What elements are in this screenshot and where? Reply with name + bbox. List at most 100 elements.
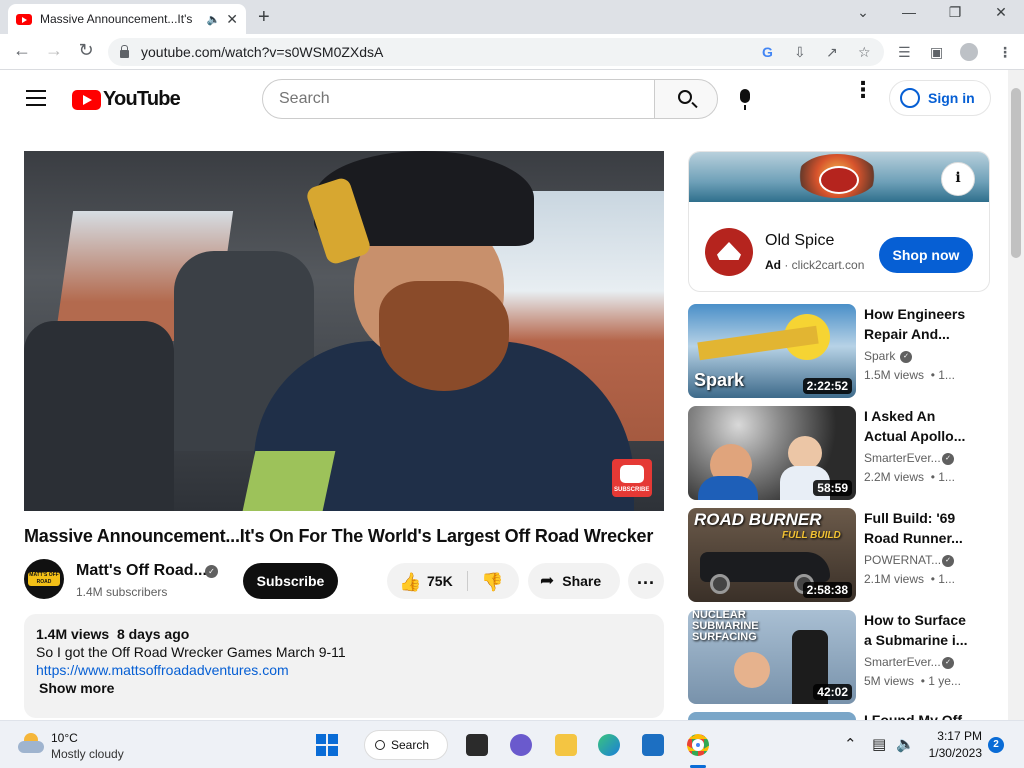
recommendation-item[interactable]: Spark 2:22:52 How Engineers Repair And..…	[688, 304, 1008, 398]
clock-time[interactable]: 3:17 PM	[924, 729, 982, 743]
verified-check-icon: ✓	[900, 351, 912, 363]
recommendation-channel[interactable]: SmarterEver...	[864, 655, 941, 669]
install-icon[interactable]: ⇩	[794, 44, 806, 61]
video-thumbnail[interactable]: ROAD BURNER FULL BUILD 2:58:38	[688, 508, 856, 602]
microphone-icon[interactable]	[740, 89, 750, 110]
recommendation-title[interactable]: I Asked An Actual Apollo...	[864, 406, 974, 446]
back-icon[interactable]: ←	[10, 40, 34, 61]
notification-badge[interactable]: 2	[988, 737, 1004, 753]
bookmark-star-icon[interactable]: ☆	[858, 44, 871, 61]
video-thumbnail[interactable]	[688, 712, 856, 720]
settings-kebab-icon[interactable]: ⋮	[852, 79, 874, 101]
video-thumbnail[interactable]: Spark 2:22:52	[688, 304, 856, 398]
chrome-taskbar-icon[interactable]	[687, 734, 709, 756]
thumbs-up-icon[interactable]: 👍	[399, 572, 421, 593]
google-translate-icon[interactable]: G	[762, 44, 773, 60]
search-button[interactable]	[654, 79, 718, 119]
forward-icon[interactable]: →	[42, 40, 66, 61]
windows-start-icon[interactable]	[316, 734, 338, 756]
old-spice-logo-icon[interactable]	[705, 228, 753, 276]
side-panel-icon[interactable]: ▣	[930, 44, 943, 61]
video-duration: 58:59	[813, 480, 852, 496]
profile-icon[interactable]	[960, 43, 978, 61]
like-count[interactable]: 75K	[427, 573, 453, 589]
microsoft-store-icon[interactable]	[642, 734, 664, 756]
recommendation-title[interactable]: How to Surface a Submarine i...	[864, 610, 974, 650]
recommendation-item[interactable]: I Found My Off	[688, 712, 1008, 720]
subscriber-count: 1.4M subscribers	[76, 585, 168, 599]
logo-text: YouTube	[103, 88, 181, 110]
channel-avatar[interactable]: MATT'S OFF ROAD	[24, 559, 64, 599]
page-scrollbar[interactable]	[1008, 70, 1024, 720]
close-window-button[interactable]: ✕	[978, 4, 1024, 21]
minimize-button[interactable]: —	[886, 4, 932, 20]
file-explorer-icon[interactable]	[555, 734, 577, 756]
teams-chat-icon[interactable]	[510, 734, 532, 756]
reload-icon[interactable]: ↻	[74, 40, 98, 61]
share-page-icon[interactable]: ↗	[826, 44, 838, 61]
address-bar-row: ← → ↻ youtube.com/watch?v=s0WSM0ZXdsA G …	[0, 34, 1024, 70]
subscribe-button[interactable]: Subscribe	[243, 563, 338, 599]
sign-in-label: Sign in	[928, 90, 975, 106]
video-player[interactable]: SUBSCRIBE	[24, 151, 664, 511]
volume-icon[interactable]: 🔈	[896, 735, 915, 753]
video-thumbnail[interactable]: 58:59	[688, 406, 856, 500]
url-text: youtube.com/watch?v=s0WSM0ZXdsA	[141, 44, 384, 60]
new-tab-button[interactable]: +	[258, 6, 270, 29]
browser-tab[interactable]: Massive Announcement...It's 🔈 ✕	[8, 4, 246, 34]
search-input[interactable]: Search	[262, 79, 655, 119]
recommendation-title[interactable]: Full Build: '69 Road Runner...	[864, 508, 974, 548]
upload-age: 8 days ago	[116, 626, 190, 642]
task-view-icon[interactable]	[466, 734, 488, 756]
recommendation-age: • 1...	[930, 368, 955, 382]
sign-in-button[interactable]: Sign in	[889, 80, 991, 116]
taskbar-search-button[interactable]: Search	[364, 730, 448, 760]
ad-card[interactable]: i Old Spice Ad · click2cart.con Shop now	[688, 151, 990, 292]
speaker-icon[interactable]: 🔈	[207, 13, 221, 26]
channel-name[interactable]: Matt's Off Road...	[76, 562, 207, 580]
thumbs-down-icon[interactable]: 👎	[481, 572, 503, 593]
like-dislike-group: 👍 75K 👎	[387, 563, 519, 599]
video-duration: 2:58:38	[802, 582, 852, 598]
network-icon[interactable]: ▤	[872, 735, 886, 753]
recommendation-item[interactable]: NUCLEAR SUBMARINE SURFACING 42:02 How to…	[688, 610, 1008, 704]
recommendation-channel[interactable]: SmarterEver...	[864, 451, 941, 465]
ad-info-icon[interactable]: i	[941, 162, 975, 196]
maximize-button[interactable]: ❐	[932, 4, 978, 21]
weather-temperature[interactable]: 10°C	[51, 731, 78, 745]
taskbar-search-label: Search	[391, 738, 430, 752]
share-button[interactable]: ➦ Share	[528, 563, 620, 599]
recommendation-title[interactable]: How Engineers Repair And...	[864, 304, 974, 344]
recommendation-title[interactable]: I Found My Off	[864, 712, 974, 720]
menu-icon[interactable]	[26, 90, 46, 111]
ad-banner-image[interactable]: i	[689, 152, 989, 202]
more-actions-button[interactable]: ...	[628, 563, 664, 599]
description-link[interactable]: https://www.mattsoffroadadventures.com	[36, 662, 289, 678]
recommendation-channel[interactable]: POWERNAT...	[864, 553, 941, 567]
description-box[interactable]: 1.4M views 8 days ago So I got the Off R…	[24, 614, 664, 718]
weather-icon[interactable]	[18, 733, 44, 753]
media-controls-icon[interactable]: ☰	[898, 44, 911, 61]
show-hidden-icons-chevron-icon[interactable]: ⌃	[844, 735, 857, 753]
tab-search-chevron-icon[interactable]: ⌄	[840, 4, 886, 21]
recommendation-views: 2.1M views	[864, 572, 925, 586]
chrome-menu-icon[interactable]: ⋮	[998, 44, 1012, 61]
recommendation-item[interactable]: ROAD BURNER FULL BUILD 2:58:38 Full Buil…	[688, 508, 1008, 602]
recommendation-channel[interactable]: Spark	[864, 349, 895, 363]
ad-advertiser[interactable]: Old Spice	[765, 232, 834, 250]
video-thumbnail[interactable]: NUCLEAR SUBMARINE SURFACING 42:02	[688, 610, 856, 704]
shop-now-button[interactable]: Shop now	[879, 237, 973, 273]
edge-browser-icon[interactable]	[598, 734, 620, 756]
lock-icon[interactable]	[120, 45, 129, 58]
account-icon	[900, 88, 920, 108]
verified-check-icon: ✓	[205, 565, 218, 578]
youtube-logo[interactable]: YouTube	[72, 88, 181, 111]
close-tab-icon[interactable]: ✕	[226, 11, 238, 28]
scrollbar-thumb[interactable]	[1011, 88, 1021, 258]
recommendation-item[interactable]: 58:59 I Asked An Actual Apollo... Smarte…	[688, 406, 1008, 500]
clock-date[interactable]: 1/30/2023	[924, 746, 982, 760]
show-more-button[interactable]: Show more	[39, 680, 652, 696]
search-icon	[678, 90, 692, 104]
thumbnail-text: ROAD BURNER	[694, 510, 822, 529]
weather-condition[interactable]: Mostly cloudy	[51, 747, 124, 761]
